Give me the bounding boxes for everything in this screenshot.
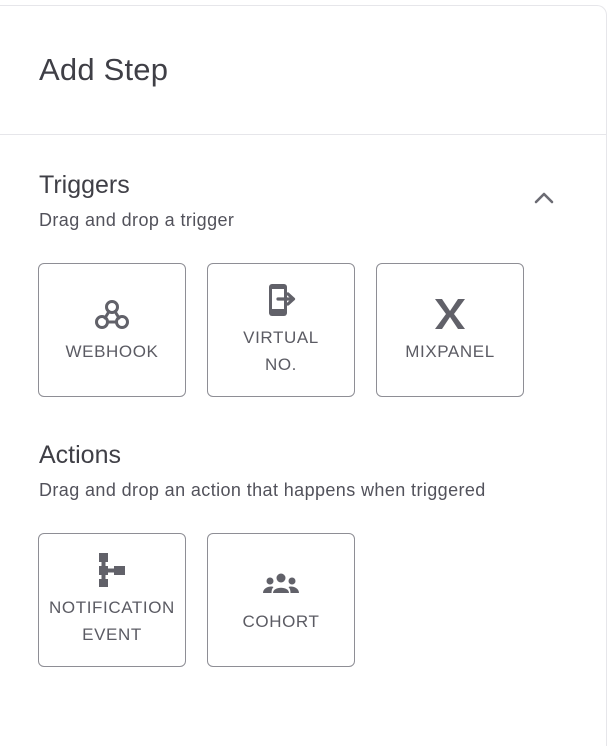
chevron-up-icon [534, 192, 554, 204]
triggers-collapse-button[interactable] [528, 183, 560, 211]
flow-tree-icon [97, 552, 127, 588]
trigger-card-mixpanel[interactable]: MIXPANEL [376, 263, 524, 397]
trigger-card-virtual-no[interactable]: VIRTUAL NO. [207, 263, 355, 397]
actions-title: Actions [39, 441, 121, 469]
group-icon [261, 566, 301, 602]
trigger-card-webhook[interactable]: WEBHOOK [38, 263, 186, 397]
trigger-card-label: WEBHOOK [65, 341, 159, 361]
actions-subtitle: Drag and drop an action that happens whe… [39, 480, 486, 500]
panel-header: Add Step [0, 6, 606, 135]
triggers-subtitle: Drag and drop a trigger [39, 210, 235, 230]
mixpanel-logo-icon [433, 296, 467, 332]
action-card-label: COHORT [242, 611, 320, 631]
phone-exit-icon [266, 282, 296, 318]
triggers-title: Triggers [39, 171, 130, 199]
panel-title: Add Step [39, 52, 169, 87]
trigger-card-label: MIXPANEL [405, 341, 495, 361]
webhook-icon [94, 296, 130, 332]
action-card-notification-event[interactable]: NOTIFICATION EVENT [38, 533, 186, 667]
action-card-cohort[interactable]: COHORT [207, 533, 355, 667]
action-card-label: NOTIFICATION EVENT [49, 598, 175, 644]
trigger-card-label: VIRTUAL NO. [243, 328, 319, 374]
